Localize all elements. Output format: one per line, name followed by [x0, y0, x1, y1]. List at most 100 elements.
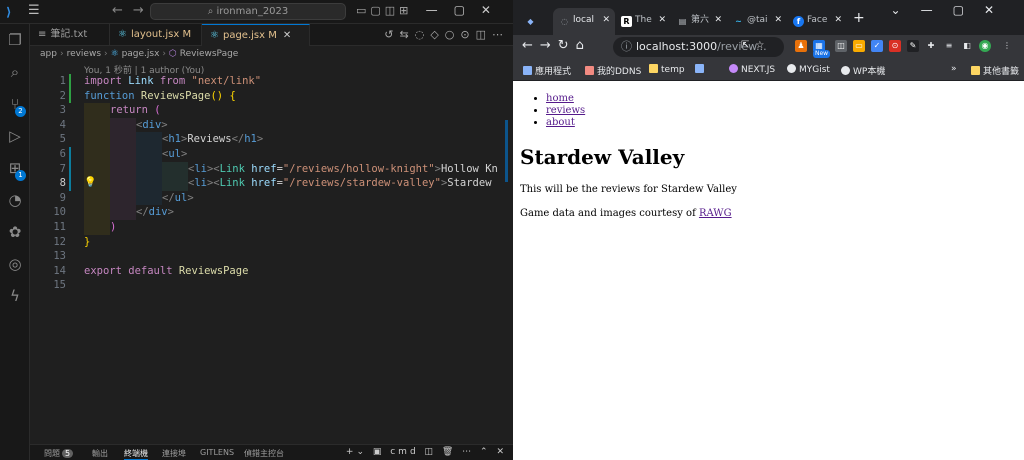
chrome-tab[interactable]: ~ @tai ✕ [727, 8, 787, 35]
tab-layout[interactable]: ⚛ layout.jsx M [110, 24, 202, 46]
bookmark-nextjs[interactable]: NEXT.JS [729, 64, 775, 75]
review-text: This will be the reviews for Stardew Val… [520, 184, 737, 195]
chrome-tab[interactable]: R The ✕ [615, 8, 671, 35]
tab-notes[interactable]: ≡ 筆記.txt [30, 24, 110, 46]
nav-arrows[interactable]: ←→ [112, 3, 154, 18]
extensions-puzzle-icon[interactable]: ✚ [925, 40, 937, 52]
code-line: 9 </ul> [59, 190, 194, 206]
panel-tabs: 問題 5 輸出 終端機 連接埠 GITLENS 偵錯主控台 +⌄ ▣ cmd ◫ … [30, 444, 513, 460]
menu-icon[interactable]: ☰ [28, 3, 40, 18]
code-line: 15 [53, 279, 66, 292]
nav-link-about[interactable]: about [546, 117, 575, 128]
other-bookmarks[interactable]: 其他書籤 [971, 64, 1019, 77]
chrome-tab[interactable]: f Face ✕ [787, 8, 847, 35]
nav-buttons[interactable]: ←→↻⌂ [522, 38, 591, 53]
profile-avatar[interactable]: ◉ [979, 40, 991, 52]
code-line: 2 function ReviewsPage() { [59, 89, 236, 102]
run-debug-icon[interactable]: ▷ [5, 126, 25, 146]
code-line: 8 <li><Link href="/reviews/stardew-valley… [59, 176, 492, 191]
bookmark-icon [585, 66, 594, 75]
search-icon[interactable]: ⌕ [5, 62, 25, 82]
chrome-tab-active[interactable]: ◌ local ✕ [553, 8, 615, 35]
page-title: Stardew Valley [520, 145, 685, 169]
tab-page[interactable]: ⚛ page.jsx M ✕ [202, 24, 310, 46]
info-icon[interactable]: ⓘ [621, 40, 632, 53]
rawg-link[interactable]: RAWG [699, 208, 732, 219]
extension-icon[interactable]: ◫ [835, 40, 847, 52]
editor-actions[interactable]: ↺⇆◌◇○⊙◫⋯ [384, 28, 509, 41]
close-icon[interactable]: ✕ [602, 8, 610, 33]
bookmark-mygist[interactable]: MYGist [787, 64, 830, 75]
code-line: 14 export default ReviewsPage [53, 264, 249, 277]
symbol-icon: ⬡ [169, 49, 180, 59]
breadcrumb-item[interactable]: page.jsx [122, 49, 160, 59]
window-controls[interactable]: —▢✕ [426, 3, 507, 17]
side-panel-icon[interactable]: ◧ [961, 40, 973, 52]
extension-icon[interactable]: ✓ [871, 40, 883, 52]
tab-label: 筆記.txt [50, 29, 88, 40]
code-line: 10 </div> [53, 205, 174, 220]
nav-item: reviews [546, 105, 585, 117]
new-tab-button[interactable]: + [853, 10, 865, 26]
code-editor[interactable]: 1 import Link from "next/link" 2 function … [30, 74, 513, 444]
code-line: 7 <li><Link href="/reviews/hollow-knight"… [59, 161, 498, 177]
bookmark-item[interactable] [695, 64, 707, 75]
extension-icon[interactable]: ⊙ [889, 40, 901, 52]
footer-text: Game data and images courtesy of [520, 208, 699, 219]
panel-tab-ports[interactable]: 連接埠 [162, 448, 186, 459]
command-center-search[interactable]: ⌕ ironman_2023 [150, 3, 346, 20]
breadcrumb-item[interactable]: app [40, 49, 57, 59]
extension-icon[interactable]: ♟ [795, 40, 807, 52]
panel-actions[interactable]: +⌄ ▣ cmd ◫ 🗑 ⋯ ⌃ ✕ [346, 447, 507, 457]
bookmark-apps[interactable]: 應用程式 [523, 64, 571, 77]
lightbulb-icon[interactable]: 💡 [84, 177, 96, 188]
close-icon[interactable]: ✕ [658, 8, 666, 33]
extension-icon[interactable]: ✎ [907, 40, 919, 52]
bookmarks-overflow-icon[interactable]: » [951, 64, 957, 74]
extension-icon[interactable]: ▭ [853, 40, 865, 52]
panel-tab-terminal[interactable]: 終端機 [124, 448, 148, 460]
remote-explorer-icon[interactable]: ◎ [5, 254, 25, 274]
nav-link-reviews[interactable]: reviews [546, 105, 585, 116]
scrollbar-marker[interactable] [505, 120, 508, 182]
vscode-titlebar: ⟩ ☰ ←→ ⌕ ironman_2023 ▭▢◫⊞ —▢✕ [0, 0, 513, 24]
explorer-icon[interactable]: ❐ [5, 30, 25, 50]
close-icon[interactable]: ✕ [834, 8, 842, 33]
search-text: ironman_2023 [216, 6, 289, 17]
folder-icon [971, 66, 980, 75]
code-line: 5 <h1>Reviews</h1> [59, 132, 264, 147]
close-icon[interactable]: ✕ [774, 8, 782, 33]
close-icon[interactable]: ✕ [714, 8, 722, 33]
github-icon [787, 64, 796, 73]
tab-favicon-icon: ◆ [527, 17, 534, 26]
chrome-tab[interactable]: ▤ 第六 ✕ [671, 8, 727, 35]
menu-icon[interactable]: ⋮ [1001, 40, 1013, 52]
tab-title: 第六 [691, 15, 710, 25]
react-icon: ⚛ [110, 49, 122, 59]
panel-tab-gitlens[interactable]: GITLENS [200, 448, 234, 457]
bookmark-icon [729, 64, 738, 73]
panel-tab-debug-console[interactable]: 偵錯主控台 [244, 448, 284, 459]
reading-list-icon[interactable]: ≡ [943, 40, 955, 52]
window-controls[interactable]: ⌄—▢✕ [891, 3, 1014, 17]
gitlens-icon[interactable]: ◔ [5, 190, 25, 210]
code-line: 11) [53, 220, 117, 235]
code-line: 3 return ( [59, 103, 161, 118]
chrome-tab[interactable]: ◆ [519, 8, 553, 35]
tab-favicon-icon: ◌ [561, 17, 568, 26]
tab-modified: M [182, 29, 192, 40]
palette-icon[interactable]: ✿ [5, 222, 25, 242]
omnibox-actions[interactable]: ⇱☆ [741, 40, 770, 51]
panel-tab-output[interactable]: 輸出 [92, 448, 108, 459]
layout-toggle-icons[interactable]: ▭▢◫⊞ [356, 4, 412, 17]
nav-link-home[interactable]: home [546, 93, 574, 104]
bookmark-temp[interactable]: temp [649, 64, 685, 75]
close-icon[interactable]: ✕ [283, 30, 291, 41]
panel-tab-problems[interactable]: 問題 5 [44, 448, 74, 459]
bookmark-ddns[interactable]: 我的DDNS [585, 64, 641, 77]
bookmark-wp[interactable]: WP本機 [841, 64, 885, 77]
breadcrumb-item[interactable]: reviews [67, 49, 101, 59]
breadcrumb-item[interactable]: ReviewsPage [180, 49, 239, 59]
breadcrumb: app › reviews › ⚛ page.jsx › ⬡ ReviewsPage [40, 49, 239, 59]
lightning-icon[interactable]: ϟ [5, 286, 25, 306]
